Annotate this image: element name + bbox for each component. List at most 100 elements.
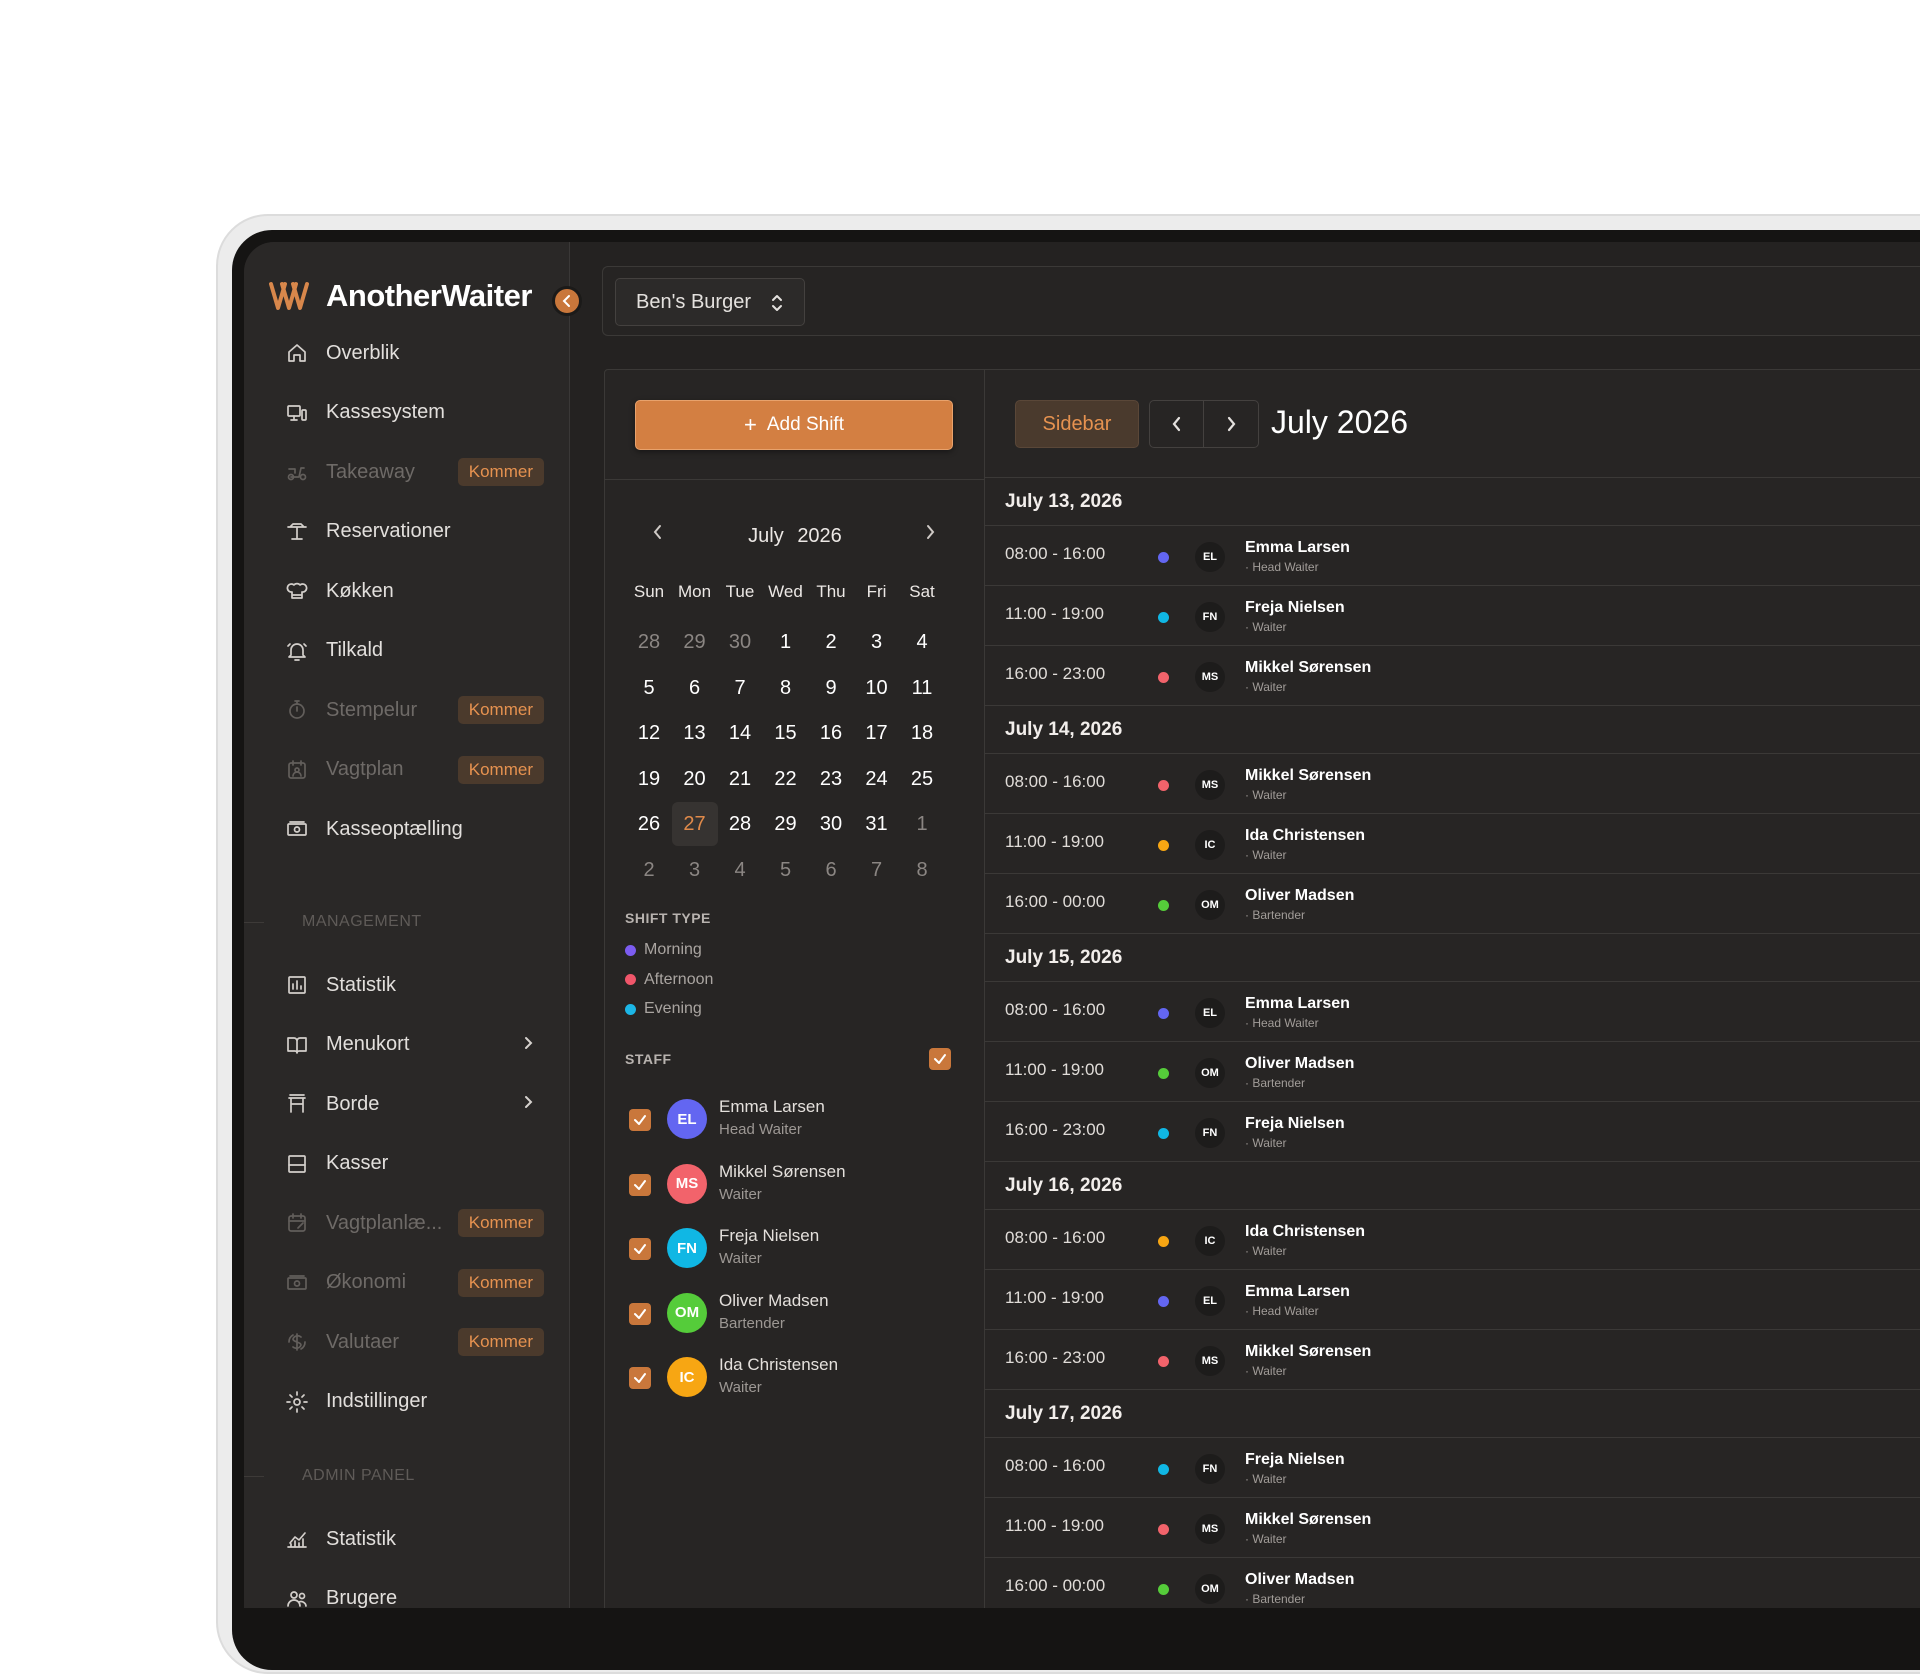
shift-row[interactable]: 11:00 - 19:00 EL Emma Larsen · Head Waiter (985, 1270, 1920, 1330)
calendar-day[interactable]: 3 (854, 620, 900, 664)
sidebar-item-økonomi[interactable]: Økonomi Kommer (284, 1261, 544, 1305)
shift-row[interactable]: 16:00 - 23:00 FN Freja Nielsen · Waiter (985, 1102, 1920, 1162)
staff-role: Waiter (719, 1250, 762, 1267)
shift-row[interactable]: 16:00 - 23:00 MS Mikkel Sørensen · Waiter (985, 646, 1920, 706)
calendar-day[interactable]: 31 (854, 802, 900, 846)
calendar-day[interactable]: 12 (626, 711, 672, 755)
shift-row[interactable]: 08:00 - 16:00 EL Emma Larsen · Head Waiter (985, 982, 1920, 1042)
calendar-day[interactable]: 7 (854, 848, 900, 892)
calendar-day[interactable]: 30 (808, 802, 854, 846)
toggle-sidebar-button[interactable]: Sidebar (1015, 400, 1139, 448)
calendar-day[interactable]: 15 (763, 711, 809, 755)
calendar-day[interactable]: 2 (808, 620, 854, 664)
shift-row[interactable]: 08:00 - 16:00 FN Freja Nielsen · Waiter (985, 1438, 1920, 1498)
calendar-day[interactable]: 2 (626, 848, 672, 892)
shift-row[interactable]: 16:00 - 00:00 OM Oliver Madsen · Bartender (985, 1558, 1920, 1608)
sidebar-item-reservationer[interactable]: Reservationer (284, 510, 544, 554)
calendar-day[interactable]: 7 (717, 666, 763, 710)
sidebar-item-brugere[interactable]: Brugere (284, 1577, 544, 1608)
sidebar-item-køkken[interactable]: Køkken (284, 569, 544, 613)
sidebar-item-takeaway[interactable]: Takeaway Kommer (284, 450, 544, 494)
prev-period-button[interactable] (1150, 401, 1205, 447)
sidebar-item-indstillinger[interactable]: Indstillinger (284, 1380, 544, 1424)
venue-select[interactable]: Ben's Burger (615, 278, 805, 326)
shift-row[interactable]: 11:00 - 19:00 OM Oliver Madsen · Bartender (985, 1042, 1920, 1102)
sidebar-item-kassesystem[interactable]: Kassesystem (284, 391, 544, 435)
calendar-day-today[interactable]: 27 (671, 802, 718, 846)
calendar-day[interactable]: 28 (717, 802, 763, 846)
sidebar-item-menukort[interactable]: Menukort (284, 1023, 544, 1067)
calendar-day[interactable]: 6 (808, 848, 854, 892)
calendar-day[interactable]: 1 (763, 620, 809, 664)
avatar: MS (1195, 770, 1225, 800)
sidebar-item-stempelur[interactable]: Stempelur Kommer (284, 688, 544, 732)
calendar-day[interactable]: 4 (899, 620, 945, 664)
calendar-day[interactable]: 21 (717, 757, 763, 801)
shift-row[interactable]: 11:00 - 19:00 FN Freja Nielsen · Waiter (985, 586, 1920, 646)
calendar-day[interactable]: 25 (899, 757, 945, 801)
calendar-day[interactable]: 8 (763, 666, 809, 710)
sidebar-item-kasser[interactable]: Kasser (284, 1142, 544, 1186)
app-logo[interactable]: AnotherWaiter (268, 278, 532, 314)
calendar-day[interactable]: 22 (763, 757, 809, 801)
sidebar-item-vagtplan[interactable]: Vagtplan Kommer (284, 748, 544, 792)
calendar-day[interactable]: 17 (854, 711, 900, 755)
calendar-day[interactable]: 11 (899, 666, 945, 710)
calendar-day[interactable]: 8 (899, 848, 945, 892)
money-icon (284, 1270, 310, 1296)
calendar-day[interactable]: 3 (672, 848, 718, 892)
calendar-day[interactable]: 1 (899, 802, 945, 846)
staff-checkbox[interactable] (629, 1302, 651, 1325)
shift-row[interactable]: 08:00 - 16:00 MS Mikkel Sørensen · Waiter (985, 754, 1920, 814)
staff-checkbox[interactable] (629, 1367, 651, 1389)
check-icon (633, 1242, 647, 1256)
calendar-day[interactable]: 10 (854, 666, 900, 710)
shift-staff-name: Freja Nielsen (1245, 599, 1345, 616)
staff-role: Head Waiter (719, 1121, 802, 1138)
sidebar-item-borde[interactable]: Borde (284, 1082, 544, 1126)
shift-type-dot (1158, 1464, 1169, 1475)
shift-row[interactable]: 11:00 - 19:00 MS Mikkel Sørensen · Waiter (985, 1498, 1920, 1558)
staff-role: Waiter (719, 1379, 762, 1396)
calendar-day[interactable]: 16 (808, 711, 854, 755)
shift-type-dot (1158, 1008, 1169, 1019)
calendar-day[interactable]: 20 (672, 757, 718, 801)
calendar-day[interactable]: 30 (717, 620, 763, 664)
sidebar-item-statistik[interactable]: Statistik (284, 1517, 544, 1561)
next-month-icon[interactable] (923, 524, 937, 540)
shift-row[interactable]: 11:00 - 19:00 IC Ida Christensen · Waiter (985, 814, 1920, 874)
staff-checkbox[interactable] (629, 1173, 651, 1196)
calendar-day[interactable]: 4 (717, 848, 763, 892)
calendar-day[interactable]: 29 (672, 620, 718, 664)
calendar-day[interactable]: 14 (717, 711, 763, 755)
sidebar-item-statistik[interactable]: Statistik (284, 963, 544, 1007)
shift-row[interactable]: 16:00 - 00:00 OM Oliver Madsen · Bartender (985, 874, 1920, 934)
sidebar-item-kasseoptælling[interactable]: Kasseoptælling (284, 807, 544, 851)
calendar-day[interactable]: 24 (854, 757, 900, 801)
shift-row[interactable]: 08:00 - 16:00 IC Ida Christensen · Waiter (985, 1210, 1920, 1270)
staff-checkbox[interactable] (629, 1109, 651, 1131)
add-shift-button[interactable]: + Add Shift (635, 400, 953, 450)
calendar-day[interactable]: 6 (672, 666, 718, 710)
sidebar-item-tilkald[interactable]: Tilkald (284, 629, 544, 673)
sidebar-item-overblik[interactable]: Overblik (284, 331, 544, 375)
collapse-sidebar-button[interactable] (552, 286, 582, 316)
calendar-day[interactable]: 28 (626, 620, 672, 664)
calendar-day[interactable]: 9 (808, 666, 854, 710)
calendar-day[interactable]: 13 (672, 711, 718, 755)
calendar-day[interactable]: 5 (626, 666, 672, 710)
calendar-day[interactable]: 26 (626, 802, 672, 846)
shift-row[interactable]: 08:00 - 16:00 EL Emma Larsen · Head Waiter (985, 526, 1920, 586)
staff-checkbox[interactable] (629, 1238, 651, 1260)
sidebar-item-label: Køkken (326, 579, 394, 602)
sidebar-item-valutaer[interactable]: Valutaer Kommer (284, 1320, 544, 1364)
sidebar-item-vagtplanlæ[interactable]: Vagtplanlæ... Kommer (284, 1201, 544, 1245)
calendar-day[interactable]: 23 (808, 757, 854, 801)
shift-row[interactable]: 16:00 - 23:00 MS Mikkel Sørensen · Waiter (985, 1330, 1920, 1390)
select-all-staff-checkbox[interactable] (929, 1048, 951, 1070)
next-period-button[interactable] (1204, 401, 1258, 447)
calendar-day[interactable]: 18 (899, 711, 945, 755)
calendar-day[interactable]: 19 (626, 757, 672, 801)
calendar-day[interactable]: 29 (763, 802, 809, 846)
calendar-day[interactable]: 5 (763, 848, 809, 892)
